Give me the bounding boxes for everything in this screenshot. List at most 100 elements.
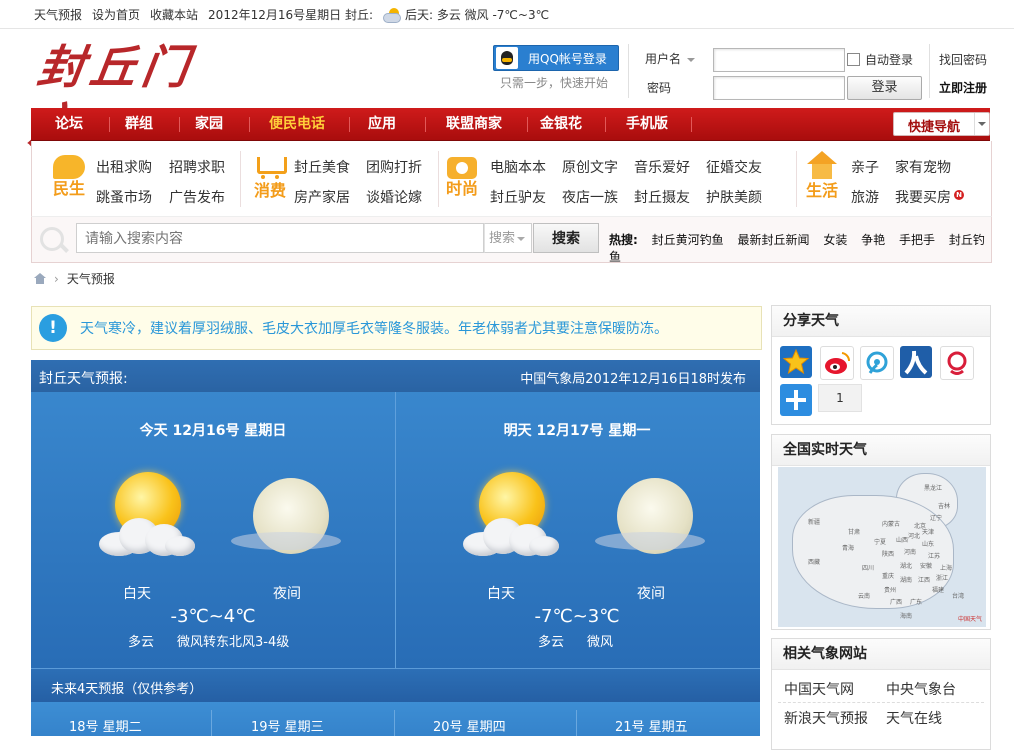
divider xyxy=(394,710,395,736)
search-type-select[interactable]: 搜索 xyxy=(484,223,532,253)
nav-item-merchants[interactable]: 联盟商家 xyxy=(425,108,523,140)
qzone-star-icon[interactable] xyxy=(780,346,812,378)
category-link[interactable]: 征婚交友 xyxy=(706,157,762,177)
nav-item-mobile[interactable]: 手机版 xyxy=(605,108,689,140)
category-link[interactable]: 房产家居 xyxy=(294,187,350,207)
map-source-badge: 中国天气 xyxy=(957,616,982,623)
quick-nav-label: 快捷导航 xyxy=(908,120,961,135)
nav-item-home[interactable]: 家园 xyxy=(179,108,239,140)
share-weather-title: 分享天气 xyxy=(772,306,990,337)
login-button[interactable]: 登录 xyxy=(847,76,922,100)
category-minsheng[interactable]: 民生 xyxy=(47,151,91,199)
category-link[interactable]: 家有宠物 xyxy=(895,157,951,177)
register-link[interactable]: 立即注册 xyxy=(939,79,987,96)
category-link[interactable]: 音乐爱好 xyxy=(634,157,690,177)
weibo-icon[interactable] xyxy=(820,346,854,380)
weather-link[interactable]: 天气预报 xyxy=(34,6,82,23)
map-label: 甘肃 xyxy=(848,529,861,536)
auto-login-checkbox[interactable] xyxy=(847,53,860,66)
category-label: 消费 xyxy=(253,181,286,200)
hot-search-link[interactable]: 女装 xyxy=(823,233,847,247)
category-link[interactable]: 出租求购 xyxy=(96,157,152,177)
category-link[interactable]: 夜店一族 xyxy=(562,187,618,207)
search-input[interactable] xyxy=(76,223,484,253)
divider xyxy=(628,44,629,98)
category-link[interactable]: 旅游 xyxy=(851,187,879,207)
forgot-password-link[interactable]: 找回密码 xyxy=(939,51,987,68)
nav-item-apps[interactable]: 应用 xyxy=(349,108,415,140)
renren-icon[interactable] xyxy=(900,346,932,378)
qq-login-subtitle: 只需一步，快速开始 xyxy=(500,76,609,90)
username-input[interactable] xyxy=(713,48,845,72)
map-label: 辽宁 xyxy=(930,515,943,522)
hot-search-link[interactable]: 争艳 xyxy=(861,233,885,247)
map-label: 福建 xyxy=(932,587,945,594)
night-condition: 微风转东北风3-4级 xyxy=(177,635,290,650)
related-site-link[interactable]: 中国天气网 xyxy=(784,679,854,699)
map-label: 台湾 xyxy=(952,593,965,600)
topbar-weather: 后天: 多云 微风 -7℃~3℃ xyxy=(404,8,550,22)
category-link[interactable]: 招聘求职 xyxy=(169,157,225,177)
map-label: 重庆 xyxy=(882,573,895,580)
category-link[interactable]: 封丘美食 xyxy=(294,157,350,177)
category-link[interactable]: 团购打折 xyxy=(366,157,422,177)
hot-search-link[interactable]: 手把手 xyxy=(899,233,935,247)
qq-login-button[interactable]: 用QQ帐号登录 xyxy=(493,45,619,71)
divider xyxy=(929,44,930,98)
set-homepage-link[interactable]: 设为首页 xyxy=(92,6,140,23)
day-condition: 多云 xyxy=(128,635,155,650)
night-condition: 微风 xyxy=(587,635,614,650)
map-label: 内蒙古 xyxy=(882,521,901,528)
category-link[interactable]: 护肤美颜 xyxy=(706,187,762,207)
quick-nav-dropdown[interactable]: 快捷导航 xyxy=(893,112,990,136)
divider xyxy=(778,702,984,703)
map-label: 安徽 xyxy=(920,563,933,570)
main-nav: 论坛 群组 家园 便民电话 应用 联盟商家 金银花 手机版 xyxy=(31,108,990,141)
category-link[interactable]: 跳蚤市场 xyxy=(96,187,152,207)
tencent-weibo-icon[interactable] xyxy=(860,346,894,380)
category-link[interactable]: 广告发布 xyxy=(169,187,225,207)
nav-item-phone[interactable]: 便民电话 xyxy=(249,108,345,140)
username-type-select[interactable]: 用户名 xyxy=(645,50,696,67)
future-day: 20号 星期四 xyxy=(433,720,506,735)
more-plus-icon[interactable] xyxy=(780,384,812,416)
category-shishang[interactable]: 时尚 xyxy=(440,151,484,199)
category-link[interactable]: 电脑本本 xyxy=(490,157,546,177)
category-link[interactable]: 原创文字 xyxy=(562,157,618,177)
future-forecast-row: 18号 星期二 19号 星期三 20号 星期四 21号 星期五 xyxy=(31,702,760,736)
nav-item-forum[interactable]: 论坛 xyxy=(39,108,99,140)
category-shenghuo[interactable]: 生活 xyxy=(800,151,844,201)
shopping-cart-icon xyxy=(253,151,287,181)
day-title: 今天 12月16号 星期日 xyxy=(139,423,287,439)
forecast-title: 封丘天气预报: xyxy=(39,371,128,387)
night-label: 夜间 xyxy=(273,586,301,602)
category-link[interactable]: 亲子 xyxy=(851,157,879,177)
map-label: 青海 xyxy=(842,545,855,552)
home-icon[interactable] xyxy=(34,272,46,285)
future-day: 21号 星期五 xyxy=(615,720,688,735)
hot-search-link[interactable]: 封丘黄河钓鱼 xyxy=(652,233,724,247)
category-link[interactable]: 封丘驴友 xyxy=(490,187,546,207)
bookmark-link[interactable]: 收藏本站 xyxy=(150,6,198,23)
category-link[interactable]: 我要买房 xyxy=(895,187,951,207)
hot-search-link[interactable]: 最新封丘新闻 xyxy=(737,233,809,247)
related-site-link[interactable]: 天气在线 xyxy=(886,708,942,728)
password-input[interactable] xyxy=(713,76,845,100)
nav-item-groups[interactable]: 群组 xyxy=(109,108,169,140)
category-link[interactable]: 谈婚论嫁 xyxy=(366,187,422,207)
search-icon xyxy=(40,227,64,251)
future-forecast-header: 未来4天预报（仅供参考） xyxy=(31,668,760,703)
china-weather-map[interactable]: 黑龙江 吉林 辽宁 内蒙古 北京 天津 河北 山西 山东 新疆 甘肃 青海 宁夏… xyxy=(778,467,986,627)
info-icon: ! xyxy=(39,314,67,342)
related-site-link[interactable]: 中央气象台 xyxy=(886,679,956,699)
related-site-link[interactable]: 新浪天气预报 xyxy=(784,708,868,728)
kaixin-icon[interactable] xyxy=(940,346,974,380)
map-label: 山东 xyxy=(922,541,935,548)
search-button[interactable]: 搜索 xyxy=(533,223,599,253)
nav-item-honeysuckle[interactable]: 金银花 xyxy=(527,108,595,140)
category-xiaofei[interactable]: 消费 xyxy=(248,151,292,201)
forecast-header: 封丘天气预报: 中国气象局2012年12月16日18时发布 xyxy=(31,360,760,392)
site-logo[interactable]: 封丘门户 xyxy=(26,38,224,152)
category-link[interactable]: 封丘摄友 xyxy=(634,187,690,207)
map-label: 山西 xyxy=(896,537,909,544)
